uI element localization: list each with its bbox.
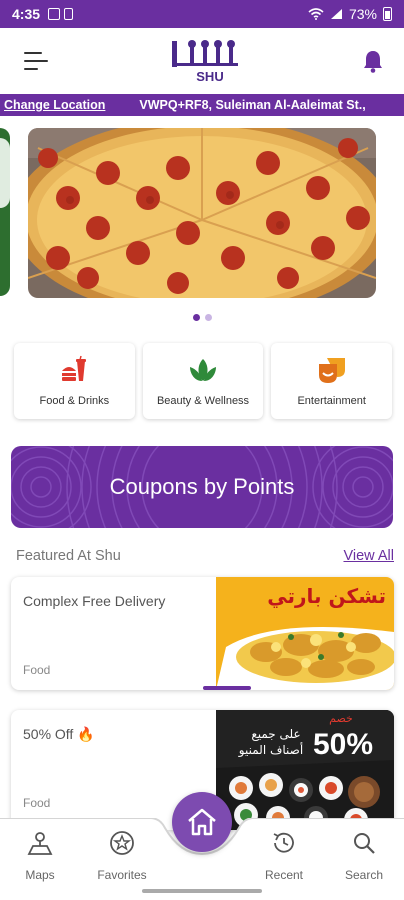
card-image-text: تشكن بارتي [267, 584, 386, 609]
category-beauty-wellness[interactable]: Beauty & Wellness [142, 343, 264, 419]
card-image-text: على جميع [251, 727, 300, 741]
carousel-dot-active[interactable] [192, 314, 200, 321]
gesture-bar[interactable] [142, 889, 262, 893]
coupons-label: Coupons by Points [109, 474, 295, 499]
location-bar: Change Location VWPQ+RF8, Suleiman Al-Aa… [0, 94, 404, 116]
chicken-party-image: تشكن بارتي [216, 577, 394, 690]
bell-icon[interactable] [362, 49, 384, 73]
app-header: SHU [0, 28, 404, 94]
pizza-image [28, 128, 376, 298]
status-time: 4:35 [12, 6, 41, 22]
card-image-text: خصم [329, 712, 353, 725]
previous-banner-peek[interactable] [0, 128, 10, 296]
wifi-icon [308, 8, 324, 20]
nav-recent[interactable]: Recent [249, 830, 319, 882]
featured-card-category: Food [23, 796, 51, 810]
nav-favorites[interactable]: Favorites [87, 830, 157, 882]
phone-notification-icon [64, 8, 74, 20]
battery-icon [383, 7, 392, 21]
sushi-image: خصم على جميع أصناف المنيو 50% [216, 710, 394, 830]
search-icon [354, 833, 375, 854]
star-icon [110, 831, 134, 855]
battery-percent: 73% [348, 6, 377, 22]
nav-label: Favorites [97, 868, 147, 882]
card-image-text: أصناف المنيو [238, 742, 303, 758]
featured-card-title: 50% Off 🔥 [23, 726, 95, 742]
card-image-percent: 50% [313, 728, 373, 761]
coupons-by-points-banner[interactable]: Coupons by Points [11, 446, 393, 528]
featured-card-category: Food [23, 663, 51, 677]
carousel-dots [0, 314, 404, 321]
bottom-navigation: Maps Favorites Recent Search [0, 792, 404, 900]
home-icon [188, 808, 216, 836]
category-entertainment[interactable]: Entertainment [271, 343, 393, 419]
menu-icon[interactable] [24, 52, 48, 70]
category-label: Food & Drinks [39, 395, 110, 407]
category-label: Entertainment [297, 395, 366, 407]
gallery-notification-icon [48, 8, 61, 20]
featured-card-title: Complex Free Delivery [23, 593, 166, 609]
card-indicator [203, 686, 251, 690]
nav-home[interactable] [172, 792, 232, 852]
nav-label: Search [344, 868, 384, 882]
history-icon [273, 832, 294, 853]
leaf-icon [190, 359, 216, 381]
featured-section-title: Featured At Shu [16, 548, 121, 564]
category-food-drinks[interactable]: Food & Drinks [14, 343, 135, 419]
nav-label: Recent [264, 868, 304, 882]
nav-maps[interactable]: Maps [5, 830, 75, 882]
nav-label: Maps [25, 868, 55, 882]
category-label: Beauty & Wellness [156, 395, 250, 407]
promo-banner[interactable] [28, 128, 376, 298]
nav-search[interactable]: Search [329, 830, 399, 882]
logo-text: SHU [196, 69, 223, 84]
status-bar: 4:35 73% [0, 0, 404, 28]
signal-icon [330, 9, 342, 19]
featured-card[interactable]: Complex Free Delivery Food تشكن بارتي [11, 577, 394, 690]
carousel-dot[interactable] [204, 314, 212, 321]
shu-logo: SHU [172, 40, 238, 84]
current-address: VWPQ+RF8, Suleiman Al-Aaleimat St., [139, 98, 366, 112]
map-person-icon [27, 832, 53, 855]
change-location-link[interactable]: Change Location [0, 98, 105, 112]
food-drinks-icon [62, 355, 87, 381]
entertainment-icon [318, 358, 345, 383]
category-row: Food & Drinks Beauty & Wellness Entertai… [14, 343, 393, 419]
view-all-link[interactable]: View All [343, 548, 394, 564]
